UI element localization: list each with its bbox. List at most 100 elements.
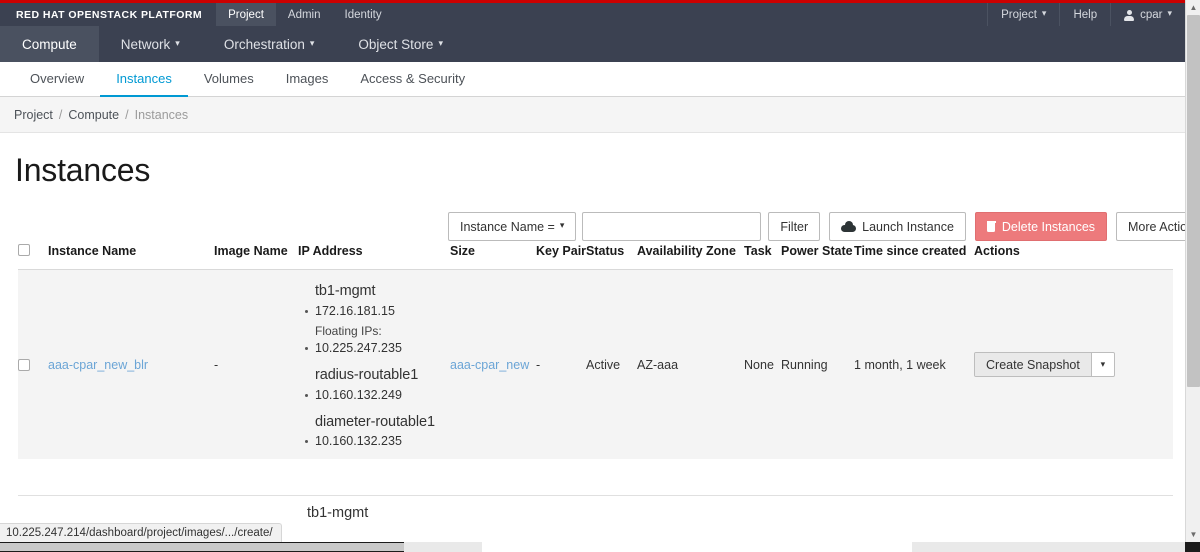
status-bar-url: 10.225.247.214/dashboard/project/images/…: [6, 527, 273, 539]
vertical-scrollbar[interactable]: ▲ ▼: [1185, 0, 1200, 542]
header-task[interactable]: Task: [744, 244, 781, 270]
horizontal-scrollbar[interactable]: [0, 542, 1200, 552]
cell-status: Active: [586, 357, 621, 372]
header-actions: Actions: [974, 244, 1020, 258]
nav-item-compute[interactable]: Compute: [0, 26, 99, 62]
project-switcher-label: Project: [1001, 8, 1037, 21]
cell-availability-zone: AZ-aaa: [637, 357, 679, 372]
filter-field-select[interactable]: Instance Name = ▾: [448, 212, 577, 241]
delete-instances-label: Delete Instances: [1001, 219, 1096, 234]
top-header-bar: RED HAT OPENSTACK PLATFORM Project Admin…: [0, 3, 1185, 26]
filter-button-label: Filter: [780, 219, 809, 234]
chevron-down-icon: ▾: [1041, 8, 1047, 18]
network-name: tb1-mgmt: [307, 505, 369, 521]
scroll-up-arrow-icon[interactable]: ▲: [1186, 0, 1200, 15]
project-switcher[interactable]: Project ▾: [987, 3, 1059, 26]
nav-item-orchestration[interactable]: Orchestration ▾: [202, 26, 337, 62]
row-select-checkbox[interactable]: [18, 358, 30, 371]
header-size[interactable]: Size: [450, 244, 536, 270]
top-tab-project-label: Project: [228, 8, 264, 21]
header-time-since-created[interactable]: Time since created: [854, 244, 974, 270]
scroll-down-arrow-icon[interactable]: ▼: [1186, 527, 1200, 542]
nav-item-network[interactable]: Network ▾: [99, 26, 202, 62]
ip-address-list: tb1-mgmt 172.16.181.15 Floating IPs: 10.…: [298, 276, 450, 453]
table-body: aaa-cpar_new_blr - tb1-mgmt 172.16.181.1…: [18, 269, 1173, 460]
create-snapshot-button[interactable]: Create Snapshot: [975, 353, 1092, 376]
top-header-right-group: Project ▾ Help cpar ▾: [987, 3, 1185, 26]
tab-access-and-security[interactable]: Access & Security: [344, 62, 481, 97]
browser-status-bar: 10.225.247.214/dashboard/project/images/…: [0, 523, 282, 542]
table-header-row: Instance Name Image Name IP Address Size…: [18, 244, 1173, 270]
row-select-cell: [18, 270, 48, 460]
cell-actions: Create Snapshot ▾: [974, 270, 1173, 460]
header-status[interactable]: Status: [586, 244, 637, 270]
tab-instances-label: Instances: [116, 71, 172, 86]
top-tab-project[interactable]: Project: [216, 3, 276, 26]
chevron-down-icon: ▾: [175, 37, 180, 48]
instance-name-link[interactable]: aaa-cpar_new_blr: [48, 358, 148, 372]
tab-access-and-security-label: Access & Security: [360, 71, 466, 86]
filter-button[interactable]: Filter: [768, 212, 821, 241]
network-name: tb1-mgmt: [315, 283, 376, 299]
tab-overview[interactable]: Overview: [14, 62, 100, 97]
chevron-down-icon: ▾: [559, 220, 565, 230]
horizontal-scrollbar-thumb[interactable]: [0, 543, 404, 551]
top-tab-identity[interactable]: Identity: [333, 3, 394, 26]
breadcrumb-item-project[interactable]: Project: [14, 108, 53, 122]
search-input[interactable]: [582, 212, 762, 241]
header-key-pair[interactable]: Key Pair: [536, 244, 586, 270]
breadcrumb-item-instances: Instances: [134, 107, 189, 122]
network-name: radius-routable1: [315, 367, 419, 384]
header-power-state[interactable]: Power State: [781, 244, 854, 270]
cell-instance-name: aaa-cpar_new_blr: [48, 270, 214, 460]
horizontal-scrollbar-track-segment: [912, 542, 1185, 552]
nav-item-object-store-label: Object Store: [358, 36, 434, 52]
cell-time-since-created: 1 month, 1 week: [854, 357, 946, 372]
breadcrumb-item-compute[interactable]: Compute: [68, 108, 119, 122]
table-header: Instance Name Image Name IP Address Size…: [18, 244, 1173, 270]
select-all-checkbox[interactable]: [18, 244, 30, 256]
select-all-header: [18, 244, 48, 270]
delete-instances-button[interactable]: Delete Instances: [974, 212, 1108, 241]
header-availability-zone[interactable]: Availability Zone: [637, 244, 744, 270]
network-ip-list: 10.160.132.235: [298, 431, 450, 453]
tab-instances[interactable]: Instances: [100, 62, 188, 97]
trash-icon: [986, 221, 996, 232]
tab-images[interactable]: Images: [270, 62, 345, 97]
header-ip-address[interactable]: IP Address: [298, 244, 450, 270]
vertical-scrollbar-thumb[interactable]: [1187, 15, 1200, 387]
chevron-down-icon: ▾: [1100, 359, 1106, 369]
cell-key-pair: -: [536, 357, 541, 372]
nav-item-orchestration-label: Orchestration: [223, 36, 305, 52]
launch-instance-button[interactable]: Launch Instance: [829, 212, 966, 241]
header-image-name[interactable]: Image Name: [214, 244, 298, 270]
user-menu[interactable]: cpar ▾: [1110, 3, 1185, 26]
breadcrumb-separator: /: [125, 107, 129, 122]
tab-images-label: Images: [285, 71, 329, 86]
cell-image-name: -: [214, 357, 219, 372]
help-link[interactable]: Help: [1059, 3, 1110, 26]
row-actions-dropdown-toggle[interactable]: ▾: [1091, 353, 1114, 376]
launch-instance-label: Launch Instance: [862, 219, 954, 234]
flavor-link[interactable]: aaa-cpar_new: [450, 358, 529, 372]
tab-volumes[interactable]: Volumes: [188, 62, 270, 97]
network-name: diameter-routable1: [315, 413, 435, 430]
network-ip-list: 10.160.132.249: [298, 385, 450, 407]
help-label: Help: [1073, 8, 1098, 21]
page-title: Instances: [15, 152, 151, 188]
user-icon: [1124, 10, 1135, 21]
top-tab-admin[interactable]: Admin: [276, 3, 333, 26]
ip-address-item: 10.160.132.249: [298, 385, 450, 407]
instances-table: Instance Name Image Name IP Address Size…: [18, 244, 1173, 459]
user-menu-label: cpar: [1140, 8, 1163, 21]
primary-nav-bar: Compute Network ▾ Orchestration ▾ Object…: [0, 26, 1185, 62]
top-tab-identity-label: Identity: [344, 8, 382, 21]
brand-logo: RED HAT OPENSTACK PLATFORM: [16, 8, 203, 21]
nav-item-object-store[interactable]: Object Store ▾: [336, 26, 465, 62]
breadcrumb: Project / Compute / Instances: [0, 97, 1185, 133]
cell-task: None: [744, 357, 774, 372]
table-toolbar: Instance Name = ▾ Filter Launch Instance…: [448, 212, 1200, 241]
browser-viewport: RED HAT OPENSTACK PLATFORM Project Admin…: [0, 0, 1200, 552]
table-row[interactable]: aaa-cpar_new_blr - tb1-mgmt 172.16.181.1…: [18, 269, 1173, 460]
header-instance-name[interactable]: Instance Name: [48, 244, 214, 270]
